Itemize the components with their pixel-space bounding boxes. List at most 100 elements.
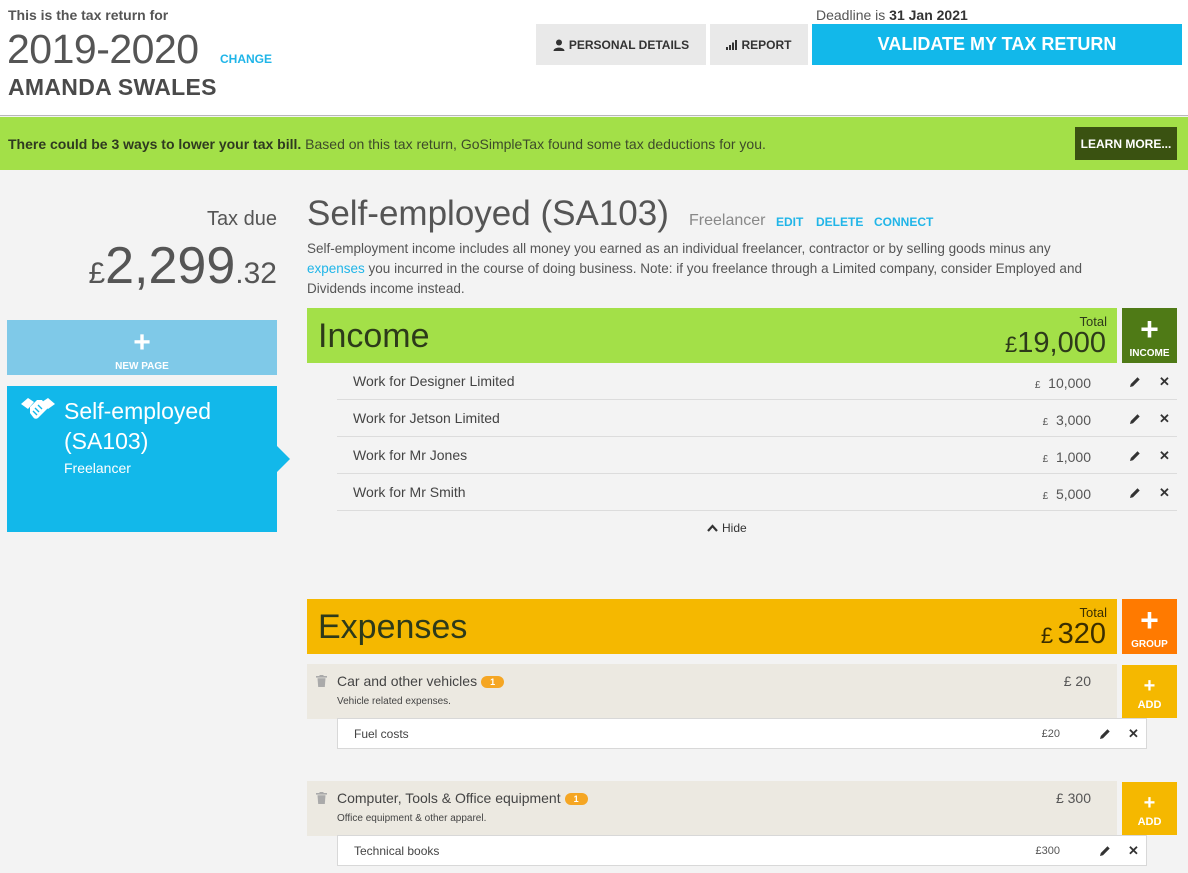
banner-detail: Based on this tax return, GoSimpleTax fo… [301,136,766,152]
income-row: Work for Mr Jones £ 1,000 ✕ [337,437,1177,474]
report-button[interactable]: REPORT [710,24,808,65]
header: This is the tax return for 2019-2020 CHA… [0,0,1188,116]
add-expense-item-button[interactable]: + ADD [1122,782,1177,835]
expense-item: Technical books £300 ✕ [337,835,1147,866]
hide-label: Hide [722,521,747,535]
income-row-currency: £ [1042,491,1049,502]
handshake-icon [21,398,55,419]
pencil-icon[interactable] [1099,728,1111,740]
income-row-amount: £ 3,000 [1043,412,1091,428]
close-icon[interactable]: ✕ [1159,411,1170,427]
add-group-button[interactable]: + GROUP [1122,599,1177,654]
tax-due-currency: £ [88,257,106,290]
self-employed-page-card[interactable]: Self-employed (SA103) Freelancer [7,386,290,532]
deadline-label: Deadline is [816,7,886,23]
expense-group-title: Car and other vehicles [337,673,478,689]
banner-message: There could be 3 ways to lower your tax … [8,136,766,152]
income-total-value: 19,000 [1017,327,1106,359]
expenses-link[interactable]: expenses [307,261,365,276]
expense-group: Car and other vehicles 1 Vehicle related … [307,664,1117,719]
tax-tip-banner: There could be 3 ways to lower your tax … [0,117,1188,170]
expense-item: Fuel costs £20 ✕ [337,718,1147,749]
pencil-icon[interactable] [1129,487,1141,499]
personal-details-button[interactable]: PERSONAL DETAILS [536,24,706,65]
add-expense-item-button[interactable]: + ADD [1122,665,1177,718]
income-row-currency: £ [1042,417,1049,428]
tax-due-label: Tax due [206,208,277,230]
income-total: £19,000 [1005,327,1106,360]
income-row-value: 3,000 [1055,412,1091,428]
expense-item-amount: £20 [1041,728,1060,740]
plus-icon: + [133,326,151,359]
expenses-title: Expenses [318,608,468,646]
user-icon [553,39,565,51]
close-icon[interactable]: ✕ [1128,726,1139,742]
income-row-value: 10,000 [1048,375,1091,391]
deadline: Deadline is 31 Jan 2021 [816,7,968,23]
add-income-label: INCOME [1129,348,1170,359]
connect-page-link[interactable]: CONNECT [874,215,933,229]
page-title: Self-employed (SA103) [307,194,669,233]
expense-group-name: Car and other vehicles 1 [337,673,505,689]
expenses-header: Expenses Total £ 320 [307,599,1117,654]
expense-item-name: Technical books [354,844,440,858]
plus-icon: + [1140,311,1159,347]
expense-item-amount: £300 [1035,845,1060,857]
description-part-1: Self-employment income includes all mone… [307,241,1051,256]
income-row-amount: £ 1,000 [1043,449,1091,465]
learn-more-button[interactable]: LEARN MORE... [1075,127,1177,160]
income-header: Income Total £19,000 [307,308,1117,363]
pencil-icon[interactable] [1129,413,1141,425]
income-total-currency: £ [1005,332,1018,357]
deadline-date: 31 Jan 2021 [889,7,968,23]
income-row: Work for Mr Smith £ 5,000 ✕ [337,474,1177,511]
income-row-amount: £ 5,000 [1043,486,1091,502]
close-icon[interactable]: ✕ [1159,374,1170,390]
income-row-name: Work for Mr Jones [353,447,468,463]
add-item-label: ADD [1137,699,1162,711]
expense-group-description: Vehicle related expenses. [337,696,451,707]
income-row-name: Work for Jetson Limited [353,410,500,426]
income-row-currency: £ [1042,454,1049,465]
page-subtitle: Freelancer [689,212,766,229]
tax-due-pence: .32 [235,257,277,290]
trash-icon[interactable] [316,792,327,804]
pencil-icon[interactable] [1129,376,1141,388]
return-intro: This is the tax return for [8,7,169,23]
change-year-link[interactable]: CHANGE [220,52,272,66]
validate-button[interactable]: VALIDATE MY TAX RETURN [812,24,1182,65]
pencil-icon[interactable] [1099,845,1111,857]
new-page-button[interactable]: + NEW PAGE [7,320,277,375]
close-icon[interactable]: ✕ [1159,485,1170,501]
expense-group-amount: £ 300 [1055,790,1091,806]
add-item-label: ADD [1137,816,1162,828]
edit-page-link[interactable]: EDIT [776,215,803,229]
income-row: Work for Designer Limited £ 10,000 ✕ [337,363,1177,400]
plus-icon: + [1143,792,1156,814]
income-row-name: Work for Designer Limited [353,373,515,389]
close-icon[interactable]: ✕ [1159,448,1170,464]
expense-group-name: Computer, Tools & Office equipment 1 [337,790,588,806]
tax-due-amount: £2,299.32 [88,236,277,296]
expenses-total-value: 320 [1057,618,1106,650]
hide-income-link[interactable]: Hide [707,521,747,535]
close-icon[interactable]: ✕ [1128,843,1139,859]
personal-details-label: PERSONAL DETAILS [568,37,690,52]
expense-group-title: Computer, Tools & Office equipment [337,790,561,806]
income-row-name: Work for Mr Smith [353,484,466,500]
plus-icon: + [1140,602,1159,638]
page-description: Self-employment income includes all mone… [307,239,1087,299]
trash-icon[interactable] [316,675,327,687]
add-income-button[interactable]: + INCOME [1122,308,1177,363]
expense-group-description: Office equipment & other apparel. [337,813,487,824]
taxpayer-name: AMANDA SWALES [8,74,217,100]
pencil-icon[interactable] [1129,450,1141,462]
delete-page-link[interactable]: DELETE [816,215,863,229]
item-count-badge: 1 [564,793,588,805]
new-page-label: NEW PAGE [115,361,169,372]
page-card-subtitle: Freelancer [64,460,131,476]
expense-group: Computer, Tools & Office equipment 1 Offi… [307,781,1117,836]
income-row-currency: £ [1034,380,1041,391]
expense-item-name: Fuel costs [354,727,409,741]
chevron-up-icon [707,524,718,532]
